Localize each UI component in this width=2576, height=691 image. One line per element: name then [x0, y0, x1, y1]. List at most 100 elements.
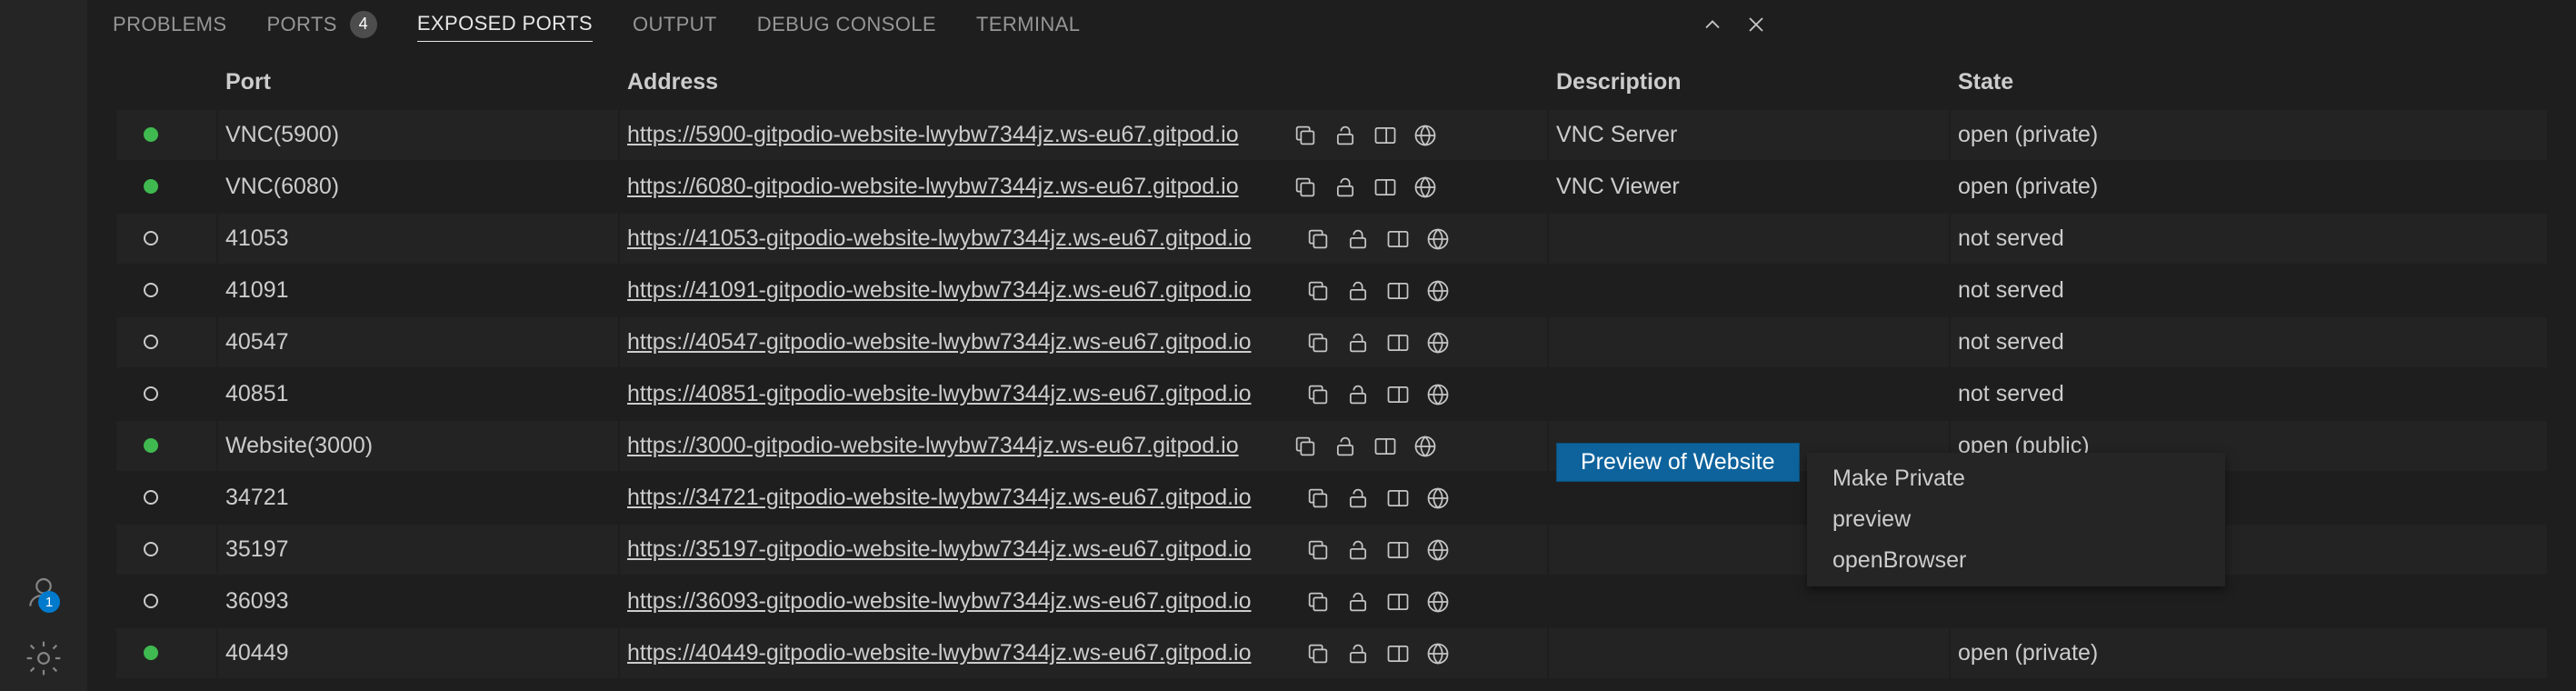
- context-menu-item[interactable]: openBrowser: [1807, 540, 2225, 581]
- globe-icon[interactable]: [1424, 381, 1452, 408]
- port-label: VNC(5900): [218, 110, 618, 160]
- table-row[interactable]: 41091https://41091-gitpodio-website-lwyb…: [116, 265, 2547, 315]
- tab-ports[interactable]: PORTS 4: [266, 11, 376, 44]
- preview-icon[interactable]: [1372, 433, 1399, 460]
- address-link[interactable]: https://3000-gitpodio-website-lwybw7344j…: [627, 433, 1239, 459]
- preview-icon[interactable]: [1384, 640, 1412, 667]
- copy-icon[interactable]: [1292, 122, 1319, 149]
- table-row[interactable]: 40547 https://40547-gitpodio-website-lwyb…: [116, 317, 2547, 367]
- table-row[interactable]: 40449 https://40449-gitpodio-website-lwyb…: [116, 628, 2547, 678]
- context-menu-item[interactable]: preview: [1807, 499, 2225, 540]
- address-link[interactable]: https://35197-gitpodio-website-lwybw7344…: [627, 536, 1252, 563]
- lock-icon[interactable]: [1332, 122, 1359, 149]
- description-cell: [1549, 369, 1949, 419]
- copy-icon[interactable]: [1304, 536, 1332, 564]
- tab-terminal[interactable]: TERMINAL: [976, 13, 1080, 42]
- tooltip: Preview of Website: [1556, 443, 1800, 482]
- lock-icon[interactable]: [1344, 485, 1372, 512]
- port-label: 40851: [218, 369, 618, 419]
- state-cell: not served: [1951, 214, 2547, 264]
- preview-icon[interactable]: [1372, 122, 1399, 149]
- port-label: 40449: [218, 628, 618, 678]
- port-label: 34303: [218, 680, 618, 691]
- globe-icon[interactable]: [1424, 588, 1452, 616]
- address-link[interactable]: https://41053-gitpodio-website-lwybw7344…: [627, 225, 1252, 252]
- context-menu-item[interactable]: Make Private: [1807, 458, 2225, 499]
- copy-icon[interactable]: [1292, 433, 1319, 460]
- copy-icon[interactable]: [1304, 640, 1332, 667]
- address-link[interactable]: https://40851-gitpodio-website-lwybw7344…: [627, 381, 1252, 407]
- globe-icon[interactable]: [1424, 640, 1452, 667]
- header-state: State: [1951, 56, 2547, 108]
- status-indicator: [144, 179, 158, 194]
- address-link[interactable]: https://6080-gitpodio-website-lwybw7344j…: [627, 174, 1239, 200]
- preview-icon[interactable]: [1372, 174, 1399, 201]
- lock-icon[interactable]: [1344, 277, 1372, 305]
- maximize-panel-icon[interactable]: [1700, 12, 1725, 43]
- tab-debug-console[interactable]: DEBUG CONSOLE: [757, 13, 936, 42]
- status-indicator: [144, 127, 158, 142]
- globe-icon[interactable]: [1424, 485, 1452, 512]
- globe-icon[interactable]: [1424, 225, 1452, 253]
- copy-icon[interactable]: [1292, 174, 1319, 201]
- lock-icon[interactable]: [1344, 536, 1372, 564]
- gear-icon[interactable]: [22, 636, 65, 680]
- copy-icon[interactable]: [1304, 329, 1332, 356]
- preview-icon[interactable]: [1384, 381, 1412, 408]
- lock-icon[interactable]: [1344, 225, 1372, 253]
- port-label: 41053: [218, 214, 618, 264]
- description-cell: VNC Viewer: [1549, 162, 1949, 212]
- close-panel-icon[interactable]: [1743, 12, 1769, 43]
- copy-icon[interactable]: [1304, 225, 1332, 253]
- globe-icon[interactable]: [1412, 174, 1439, 201]
- address-link[interactable]: https://41091-gitpodio-website-lwybw7344…: [627, 277, 1252, 304]
- ports-table: Port Address Description State VNC(5900)…: [115, 55, 2549, 691]
- state-cell: not served: [1951, 680, 2547, 691]
- table-row[interactable]: 41053 https://41053-gitpodio-website-lwyb…: [116, 214, 2547, 264]
- context-menu: Make PrivatepreviewopenBrowser: [1807, 453, 2225, 586]
- lock-icon[interactable]: [1344, 640, 1372, 667]
- preview-icon[interactable]: [1384, 485, 1412, 512]
- globe-icon[interactable]: [1424, 277, 1452, 305]
- tab-problems[interactable]: PROBLEMS: [113, 13, 226, 42]
- table-row[interactable]: 40851 https://40851-gitpodio-website-lwyb…: [116, 369, 2547, 419]
- preview-icon[interactable]: [1384, 588, 1412, 616]
- address-link[interactable]: https://34721-gitpodio-website-lwybw7344…: [627, 485, 1252, 511]
- lock-icon[interactable]: [1344, 588, 1372, 616]
- lock-icon[interactable]: [1344, 329, 1372, 356]
- table-row[interactable]: VNC(6080)https://6080-gitpodio-website-l…: [116, 162, 2547, 212]
- ports-count-badge: 4: [350, 11, 377, 38]
- address-link[interactable]: https://40547-gitpodio-website-lwybw7344…: [627, 329, 1252, 356]
- tab-output[interactable]: OUTPUT: [633, 13, 717, 42]
- globe-icon[interactable]: [1424, 536, 1452, 564]
- description-cell: [1549, 680, 1949, 691]
- globe-icon[interactable]: [1412, 122, 1439, 149]
- status-indicator: [144, 231, 158, 245]
- copy-icon[interactable]: [1304, 485, 1332, 512]
- globe-icon[interactable]: [1424, 329, 1452, 356]
- port-label: 40547: [218, 317, 618, 367]
- globe-icon[interactable]: [1412, 433, 1439, 460]
- description-cell: [1549, 214, 1949, 264]
- accounts-icon[interactable]: 1: [22, 571, 65, 615]
- address-link[interactable]: https://40449-gitpodio-website-lwybw7344…: [627, 640, 1252, 666]
- description-cell: [1549, 317, 1949, 367]
- tab-exposed-ports[interactable]: EXPOSED PORTS: [417, 12, 593, 42]
- preview-icon[interactable]: [1384, 225, 1412, 253]
- header-port: Port: [218, 56, 618, 108]
- copy-icon[interactable]: [1304, 381, 1332, 408]
- lock-icon[interactable]: [1332, 433, 1359, 460]
- lock-icon[interactable]: [1332, 174, 1359, 201]
- copy-icon[interactable]: [1304, 277, 1332, 305]
- port-label: 34721: [218, 473, 618, 523]
- preview-icon[interactable]: [1384, 277, 1412, 305]
- preview-icon[interactable]: [1384, 536, 1412, 564]
- address-link[interactable]: https://5900-gitpodio-website-lwybw7344j…: [627, 122, 1239, 148]
- table-row[interactable]: 34303https://34303-gitpodio-website-lwyb…: [116, 680, 2547, 691]
- lock-icon[interactable]: [1344, 381, 1372, 408]
- preview-icon[interactable]: [1384, 329, 1412, 356]
- copy-icon[interactable]: [1304, 588, 1332, 616]
- state-cell: open (private): [1951, 110, 2547, 160]
- address-link[interactable]: https://36093-gitpodio-website-lwybw7344…: [627, 588, 1252, 615]
- table-row[interactable]: VNC(5900) https://5900-gitpodio-website-l…: [116, 110, 2547, 160]
